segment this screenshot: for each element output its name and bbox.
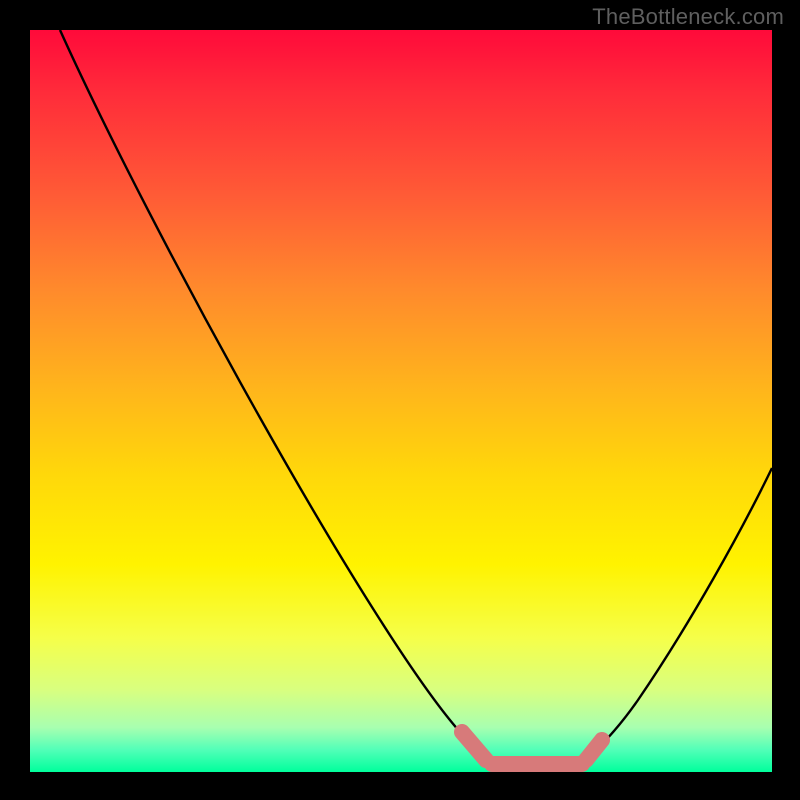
- chart-frame: TheBottleneck.com: [0, 0, 800, 800]
- chart-svg: [30, 30, 772, 772]
- left-curve: [60, 30, 484, 756]
- highlight-segment-left: [462, 732, 486, 760]
- chart-plot-area: [30, 30, 772, 772]
- watermark-text: TheBottleneck.com: [592, 4, 784, 30]
- right-curve: [590, 468, 772, 756]
- highlight-segment-right: [586, 740, 602, 760]
